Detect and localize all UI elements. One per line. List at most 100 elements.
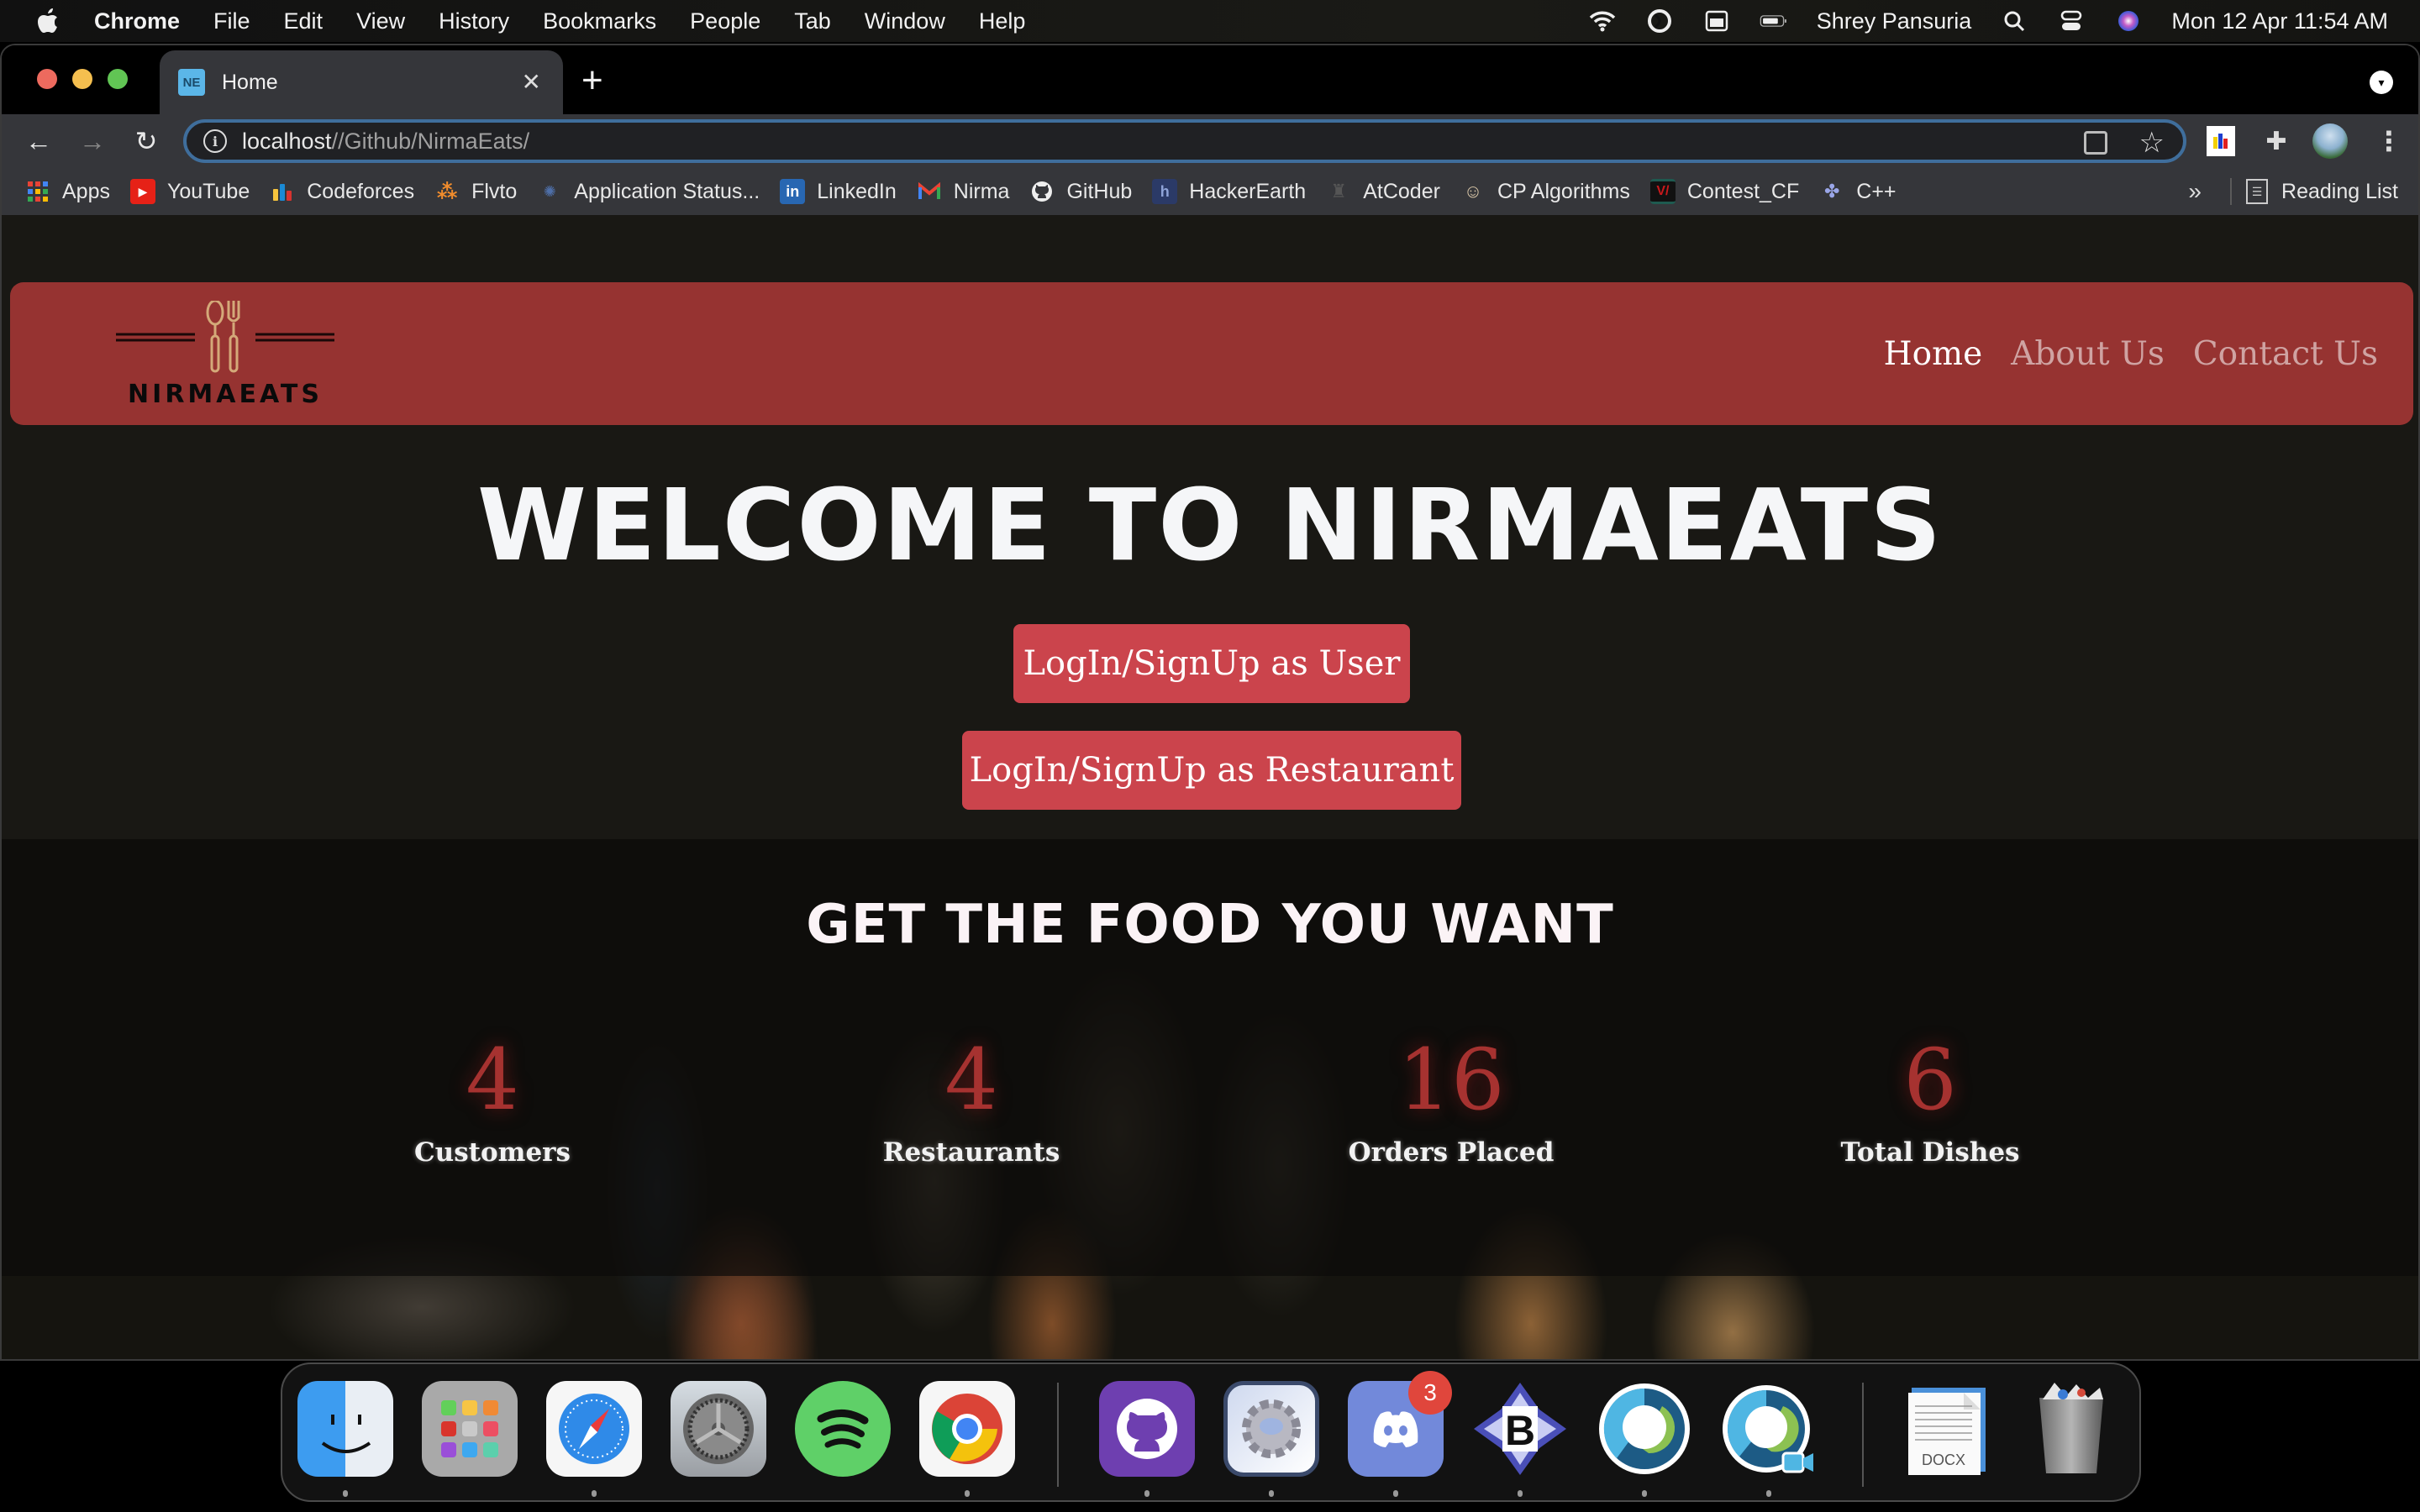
menu-bookmarks[interactable]: Bookmarks: [543, 8, 656, 34]
bookmark-atcoder[interactable]: ♜ AtCoder: [1326, 179, 1440, 204]
nav-contact-us[interactable]: Contact Us: [2193, 335, 2378, 373]
apple-menu-icon[interactable]: [37, 8, 59, 34]
bookmark-youtube[interactable]: ▶ YouTube: [129, 179, 250, 204]
browser-toolbar: ← → ↻ i localhost//Github/NirmaEats/ ☆ ✚…: [2, 114, 2418, 168]
login-user-button[interactable]: LogIn/SignUp as User: [1013, 624, 1410, 703]
menu-window[interactable]: Window: [865, 8, 945, 34]
menu-help[interactable]: Help: [979, 8, 1026, 34]
menu-edit[interactable]: Edit: [284, 8, 324, 34]
svg-text:B: B: [1505, 1407, 1535, 1454]
chrome-icon[interactable]: [919, 1381, 1015, 1477]
menu-file[interactable]: File: [213, 8, 250, 34]
bookmark-codeforces[interactable]: Codeforces: [270, 179, 414, 204]
nav-about-us[interactable]: About Us: [2011, 335, 2165, 373]
menu-history[interactable]: History: [439, 8, 509, 34]
minimize-window-button[interactable]: [72, 69, 92, 89]
bookmark-cp-algorithms[interactable]: ☺ CP Algorithms: [1460, 179, 1630, 204]
reload-icon[interactable]: ↻: [129, 124, 163, 158]
site-logo[interactable]: NIRMAEATS: [108, 299, 343, 410]
running-indicator: [1766, 1490, 1771, 1497]
address-bar[interactable]: i localhost//Github/NirmaEats/ ☆: [183, 119, 2186, 163]
safari-icon[interactable]: [546, 1381, 642, 1477]
running-indicator: [965, 1490, 970, 1497]
url-text[interactable]: localhost//Github/NirmaEats/: [242, 129, 529, 155]
finder-icon[interactable]: [297, 1381, 393, 1477]
bookmark-label: CP Algorithms: [1497, 179, 1630, 203]
bookmark-linkedin[interactable]: in LinkedIn: [780, 179, 897, 204]
stat-value: 16: [1397, 1031, 1505, 1129]
wifi-icon[interactable]: [1588, 8, 1617, 34]
menu-tab[interactable]: Tab: [794, 8, 831, 34]
stat-label: Total Dishes: [1840, 1137, 2020, 1168]
github-icon: [1029, 179, 1055, 204]
new-tab-button[interactable]: +: [581, 62, 603, 99]
menu-clock[interactable]: Mon 12 Apr 11:54 AM: [2171, 8, 2388, 34]
battery-icon[interactable]: [1760, 8, 1788, 34]
bookmark-application-status[interactable]: ✺ Application Status...: [537, 179, 760, 204]
qr-code-icon[interactable]: [2084, 131, 2107, 155]
bbedit-icon[interactable]: B: [1472, 1381, 1568, 1477]
stat-label: Restaurants: [882, 1137, 1060, 1168]
control-center-icon[interactable]: [2057, 8, 2086, 34]
reading-list-button[interactable]: ☰ Reading List: [2246, 179, 2398, 204]
profile-avatar[interactable]: [2312, 123, 2348, 159]
login-restaurant-button[interactable]: LogIn/SignUp as Restaurant: [962, 731, 1461, 810]
back-icon[interactable]: ←: [22, 124, 55, 158]
running-indicator: [1642, 1490, 1647, 1497]
bookmark-contest-cf[interactable]: V/ Contest_CF: [1649, 179, 1799, 204]
siri-icon[interactable]: [2114, 8, 2143, 34]
preferences-gear-icon[interactable]: [1223, 1381, 1319, 1477]
extension-icon[interactable]: [2207, 126, 2235, 156]
chrome-menu-icon[interactable]: ⋮: [2375, 126, 2403, 156]
stat-orders-placed: 16 Orders Placed: [1241, 1030, 1661, 1168]
zoom-window-button[interactable]: [108, 69, 128, 89]
launchpad-icon[interactable]: [422, 1381, 518, 1477]
macos-menu-bar: Chrome File Edit View History Bookmarks …: [0, 0, 2420, 42]
section-title: GET THE FOOD YOU WANT: [806, 894, 1614, 956]
bookmark-label: AtCoder: [1363, 179, 1440, 203]
spotify-icon[interactable]: [795, 1381, 891, 1477]
menu-view[interactable]: View: [356, 8, 405, 34]
linkedin-icon: in: [780, 179, 806, 204]
close-tab-icon[interactable]: ✕: [522, 71, 541, 94]
trash-icon[interactable]: [2023, 1381, 2119, 1477]
bookmark-star-icon[interactable]: ☆: [2139, 126, 2165, 160]
menu-app-name[interactable]: Chrome: [94, 8, 180, 34]
spotlight-search-icon[interactable]: [2000, 8, 2028, 34]
docx-document-icon[interactable]: DOCX: [1899, 1381, 1995, 1477]
nav-home[interactable]: Home: [1884, 335, 1983, 373]
hero-title: WELCOME TO NIRMAEATS: [476, 467, 1944, 583]
gmail-icon: [917, 179, 942, 204]
more-bookmarks-button[interactable]: »: [2188, 178, 2202, 205]
bookmark-github[interactable]: GitHub: [1029, 179, 1132, 204]
stat-value: 4: [466, 1031, 519, 1129]
bookmark-flvto[interactable]: ⁂ Flvto: [434, 179, 517, 204]
bookmark-nirma[interactable]: Nirma: [917, 179, 1009, 204]
discord-icon[interactable]: 3: [1348, 1371, 1452, 1477]
menu-user-name[interactable]: Shrey Pansuria: [1817, 8, 1972, 34]
bookmark-cpp[interactable]: ✤ C++: [1819, 179, 1896, 204]
keyboard-icon[interactable]: [1702, 8, 1731, 34]
menu-people[interactable]: People: [690, 8, 760, 34]
site-info-icon[interactable]: i: [203, 129, 227, 153]
stat-label: Customers: [414, 1137, 571, 1168]
tab-search-icon[interactable]: ▾: [2370, 71, 2393, 94]
site-navbar: NIRMAEATS Home About Us Contact Us: [10, 282, 2413, 425]
bookmark-label: Apps: [62, 179, 110, 203]
close-window-button[interactable]: [37, 69, 57, 89]
bookmark-apps[interactable]: Apps: [25, 179, 110, 204]
github-desktop-icon[interactable]: [1099, 1381, 1195, 1477]
forward-icon[interactable]: →: [76, 124, 109, 158]
bookmark-hackerearth[interactable]: h HackerEarth: [1152, 179, 1306, 204]
tab-home[interactable]: NE Home ✕: [160, 50, 563, 114]
extensions-puzzle-icon[interactable]: ✚: [2262, 126, 2291, 156]
webex-meetings-icon[interactable]: [1721, 1381, 1817, 1477]
cpp-icon: ✤: [1824, 181, 1840, 202]
bookmark-label: Flvto: [471, 179, 518, 203]
webex-icon[interactable]: [1597, 1381, 1692, 1477]
stat-value: 4: [944, 1031, 998, 1129]
system-preferences-icon[interactable]: [671, 1381, 766, 1477]
sync-icon[interactable]: [1645, 8, 1674, 34]
running-indicator: [1269, 1490, 1274, 1497]
flvto-icon: ⁂: [436, 180, 458, 203]
